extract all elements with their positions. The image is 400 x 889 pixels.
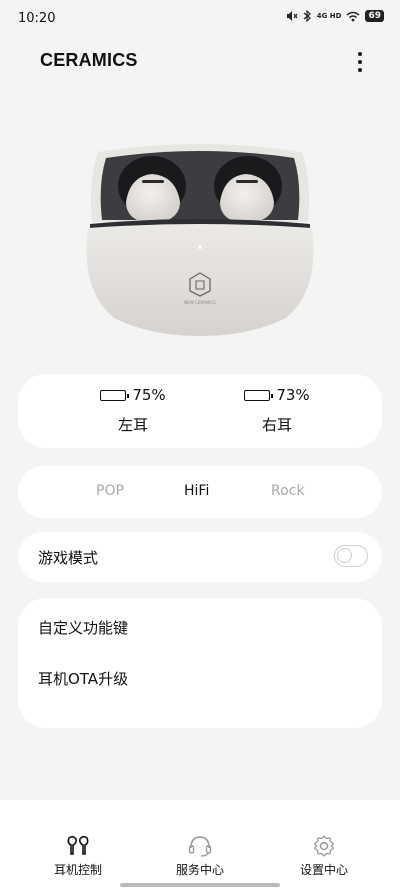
right-battery-percent: 73%: [276, 386, 310, 404]
eq-option-pop[interactable]: POP: [96, 483, 124, 499]
nav-item-service-center[interactable]: 服务中心: [150, 834, 250, 878]
mute-icon: [286, 11, 298, 21]
left-earbud-battery: 75% 左耳: [58, 386, 208, 435]
nav-label: 设置中心: [299, 863, 348, 877]
settings-menu-card: 自定义功能键 耳机OTA升级: [18, 598, 382, 728]
more-icon-dot: [358, 60, 362, 64]
battery-icon: [244, 389, 274, 401]
network-label: 4G HD: [316, 11, 342, 20]
eq-option-hifi[interactable]: HiFi: [184, 483, 209, 499]
toggle-knob: [337, 548, 352, 563]
app-bar: CERAMICS: [0, 42, 400, 82]
nav-item-settings-center[interactable]: 设置中心: [274, 834, 374, 878]
bluetooth-icon: [303, 10, 311, 22]
nav-label: 服务中心: [175, 863, 224, 877]
more-icon-dot: [358, 68, 362, 72]
status-time: 10:20: [18, 11, 56, 26]
nav-label: 耳机控制: [53, 863, 102, 877]
eq-selector: POP HiFi Rock: [18, 466, 382, 518]
gear-icon: [313, 835, 335, 857]
battery-card: 75% 左耳 73% 右耳: [18, 374, 382, 448]
custom-keys-item[interactable]: 自定义功能键: [38, 617, 128, 638]
earbuds-icon: [67, 835, 89, 855]
home-indicator[interactable]: [120, 883, 280, 887]
headset-icon: [188, 836, 212, 857]
case-logo-text: NEW CERAMICS: [184, 300, 216, 305]
game-mode-card: 游戏模式: [18, 532, 382, 582]
status-battery: 69: [365, 10, 384, 22]
right-earbud-battery: 73% 右耳: [202, 386, 352, 435]
ota-upgrade-item[interactable]: 耳机OTA升级: [38, 668, 128, 689]
right-earbud-label: 右耳: [261, 416, 292, 434]
more-options-button[interactable]: [350, 48, 370, 76]
status-bar: 10:20 4G HD 69: [0, 0, 400, 40]
nav-item-earbud-control[interactable]: 耳机控制: [28, 834, 128, 878]
status-icons: 4G HD 69: [286, 10, 384, 22]
game-mode-label: 游戏模式: [38, 549, 99, 567]
game-mode-toggle[interactable]: [334, 545, 368, 567]
wifi-icon: [346, 11, 360, 21]
left-battery-percent: 75%: [132, 386, 166, 404]
left-earbud-label: 左耳: [117, 416, 148, 434]
page-title: CERAMICS: [40, 50, 138, 70]
more-icon: [358, 52, 362, 56]
earbuds-case-image: NEW CERAMICS: [86, 144, 314, 336]
bottom-nav: 耳机控制 服务中心 设置中心: [0, 800, 400, 889]
eq-option-rock[interactable]: Rock: [271, 483, 304, 499]
battery-icon: [100, 389, 130, 401]
